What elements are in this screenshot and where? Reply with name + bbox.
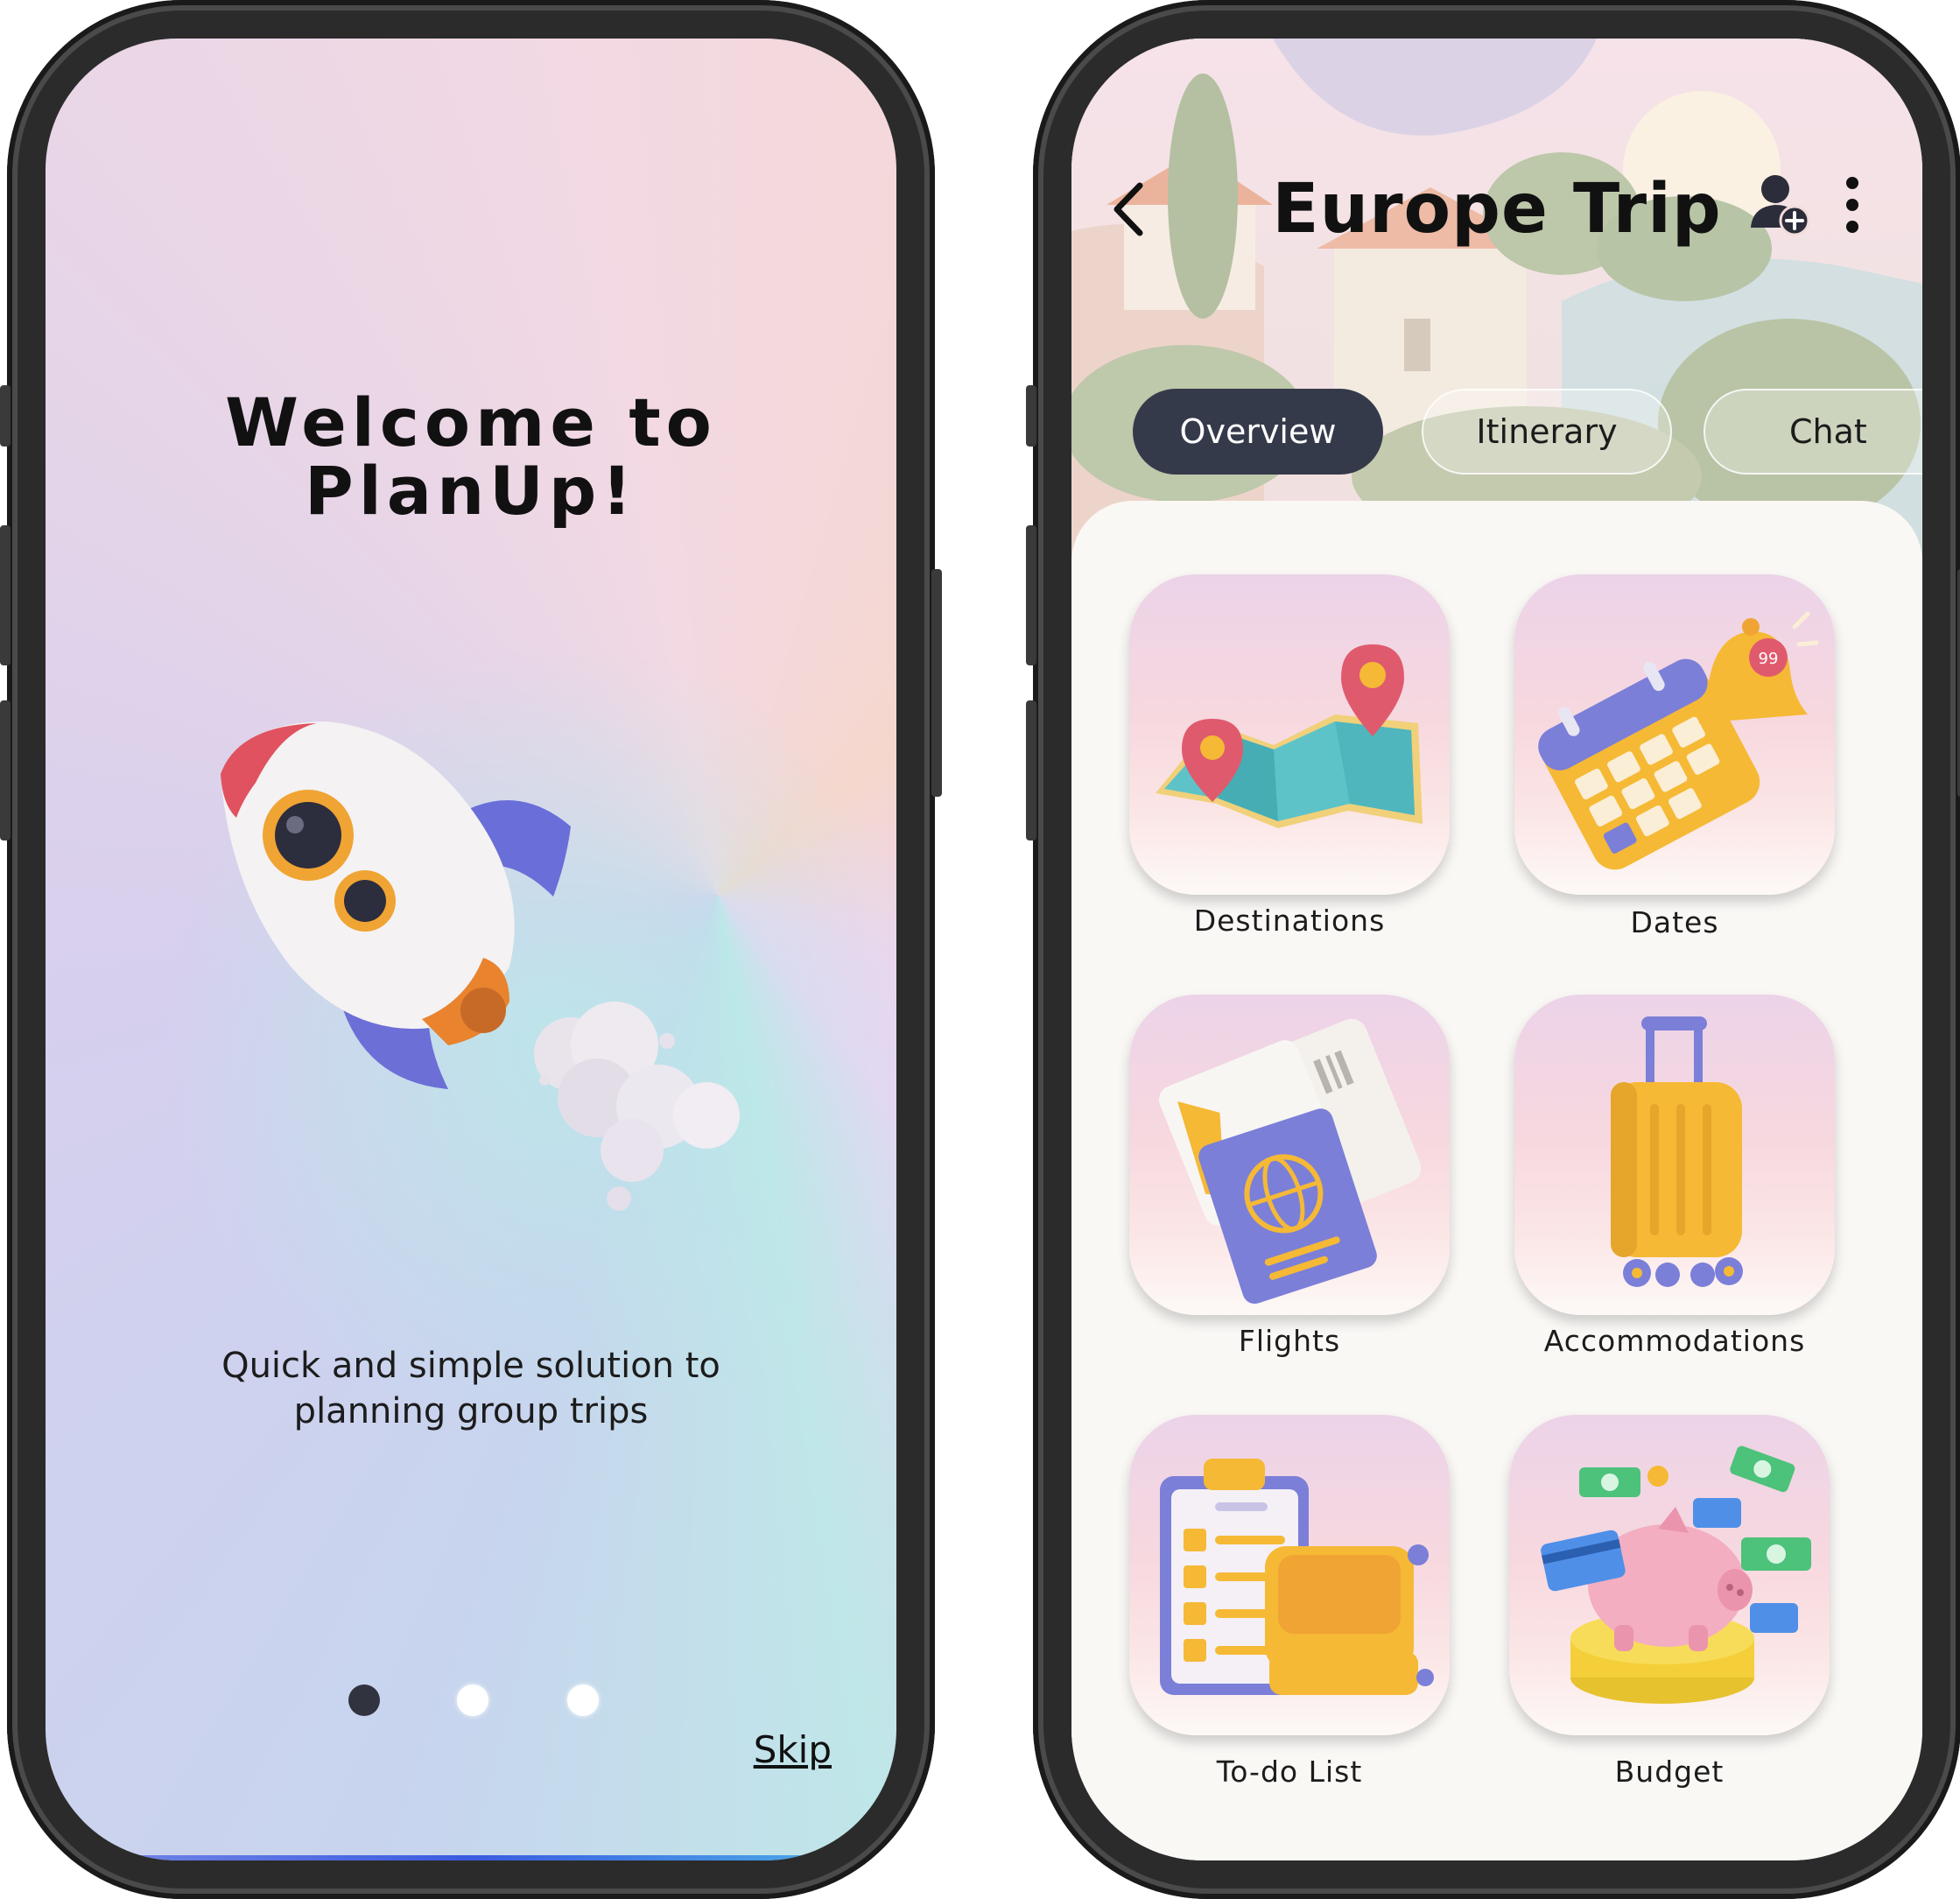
mute-switch <box>0 385 11 447</box>
destinations-card[interactable] <box>1129 574 1450 895</box>
rocket-illustration-icon <box>221 721 740 1211</box>
volume-down-button <box>1026 700 1036 840</box>
pager-dot-3[interactable] <box>567 1684 599 1716</box>
add-member-icon[interactable] <box>1746 170 1816 240</box>
dates-label: Dates <box>1630 905 1719 939</box>
tab-itinerary[interactable]: Itinerary <box>1422 389 1672 475</box>
tagline: Quick and simple solution to planning gr… <box>46 1343 896 1434</box>
tab-chat[interactable]: Chat <box>1704 389 1922 475</box>
flights-card[interactable] <box>1129 995 1450 1315</box>
welcome-title-line1: Welcome to <box>225 383 717 461</box>
passport-tickets-icon <box>1158 1018 1422 1305</box>
piggy-bank-icon <box>1541 1445 1811 1704</box>
todo-list-card[interactable] <box>1129 1415 1450 1735</box>
notification-badge-text: 99 <box>1759 650 1779 668</box>
power-button <box>931 569 942 797</box>
welcome-title-line2: PlanUp! <box>305 452 637 530</box>
pager-dot-1-active[interactable] <box>348 1684 380 1716</box>
smoke-cloud <box>534 1002 740 1211</box>
destinations-label: Destinations <box>1193 904 1386 938</box>
flights-label: Flights <box>1238 1324 1341 1358</box>
suitcase-icon <box>1611 1016 1743 1287</box>
tab-overview[interactable]: Overview <box>1133 389 1383 475</box>
budget-label: Budget <box>1614 1755 1725 1789</box>
onboarding-phone-frame: Welcome to PlanUp! Quick and simple solu… <box>0 0 942 1899</box>
volume-up-button <box>1026 525 1036 665</box>
clipboard-luggage-icon <box>1160 1459 1434 1695</box>
pager-dot-2[interactable] <box>457 1684 488 1716</box>
trip-overview-screen: Europe Trip Overview Itinerary Chat Dest… <box>1071 39 1922 1860</box>
map-pins-icon <box>1156 644 1423 828</box>
skip-button[interactable]: Skip <box>754 1728 832 1771</box>
todo-list-label: To-do List <box>1216 1755 1363 1789</box>
volume-up-button <box>0 525 11 665</box>
calendar-bell-icon: 99 <box>1538 611 1819 870</box>
welcome-title: Welcome to PlanUp! <box>46 389 896 525</box>
volume-down-button <box>0 700 11 840</box>
budget-card[interactable] <box>1509 1415 1830 1735</box>
accommodations-label: Accommodations <box>1543 1324 1806 1358</box>
mute-switch <box>1026 385 1036 447</box>
dates-card[interactable]: 99 <box>1514 574 1835 895</box>
more-options-icon[interactable] <box>1842 174 1863 236</box>
overview-sheet: Destinations 99 Dates Flights Accommodat… <box>1071 501 1922 1860</box>
home-indicator <box>46 1855 896 1860</box>
trip-phone-frame: Europe Trip Overview Itinerary Chat Dest… <box>1026 0 1960 1899</box>
accommodations-card[interactable] <box>1514 995 1835 1315</box>
tagline-line1: Quick and simple solution to <box>221 1346 720 1386</box>
onboarding-screen: Welcome to PlanUp! Quick and simple solu… <box>46 39 896 1860</box>
trip-hero-background <box>1071 39 1922 581</box>
tagline-line2: planning group trips <box>293 1391 649 1431</box>
